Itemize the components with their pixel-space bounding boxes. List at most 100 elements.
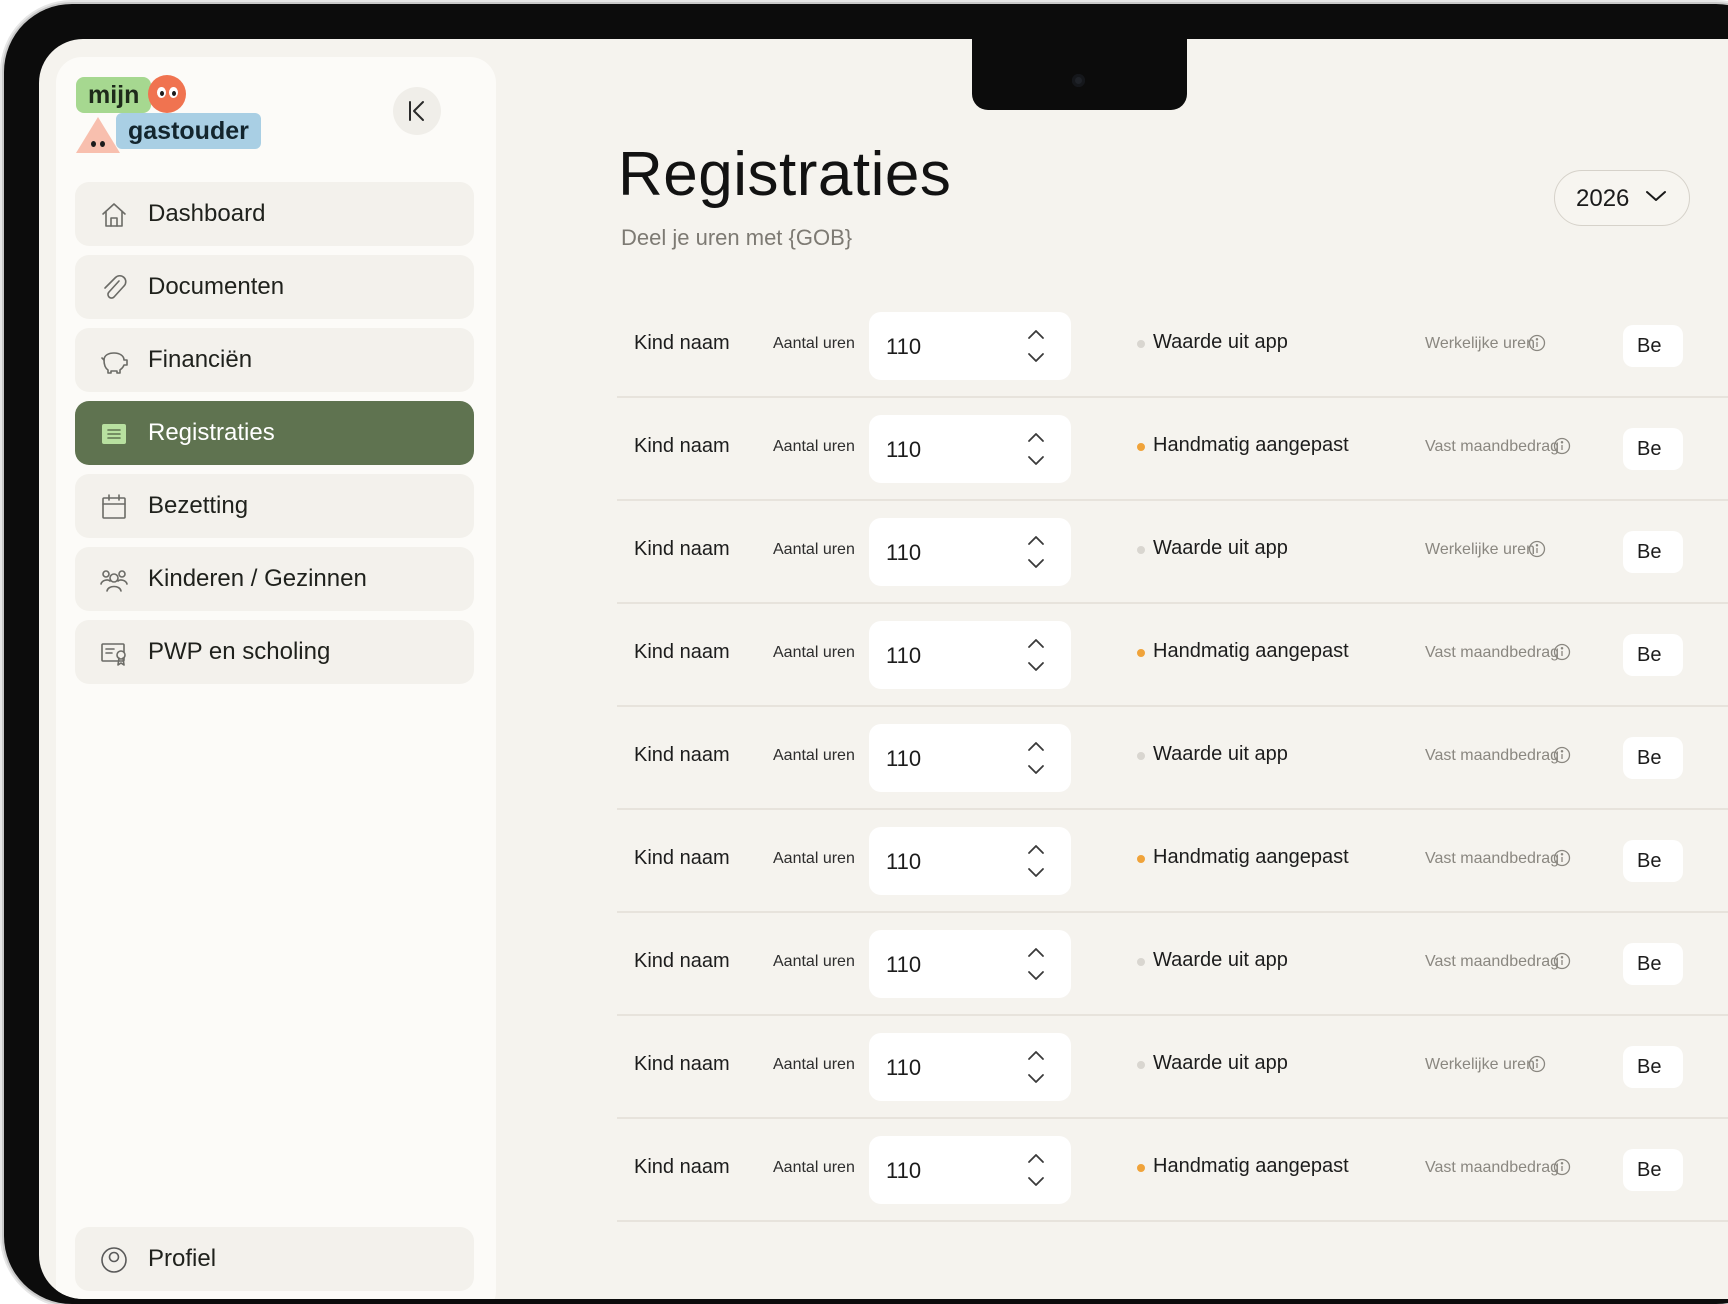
info-icon[interactable] bbox=[1553, 952, 1571, 970]
hours-stepper[interactable]: 110 bbox=[869, 724, 1071, 792]
status-text: Handmatig aangepast bbox=[1153, 640, 1349, 662]
sidebar-item-label: Registraties bbox=[148, 419, 275, 446]
logo-face-icon bbox=[148, 75, 186, 113]
hours-label: Aantal uren bbox=[773, 438, 855, 455]
status-dot bbox=[1137, 649, 1145, 657]
hours-value: 110 bbox=[886, 1158, 922, 1183]
table-row: Kind naam Aantal uren 110 Waarde uit app Vas… bbox=[617, 707, 1728, 810]
row-action-button[interactable]: Be bbox=[1623, 840, 1683, 882]
status-text: Waarde uit app bbox=[1153, 331, 1288, 353]
row-action-button[interactable]: Be bbox=[1623, 1046, 1683, 1088]
hours-stepper[interactable]: 110 bbox=[869, 518, 1071, 586]
stepper-arrows-icon[interactable] bbox=[1027, 740, 1045, 776]
hours-value: 110 bbox=[886, 952, 922, 977]
registrations-list: Kind naam Aantal uren 110 Waarde uit app Wer… bbox=[617, 295, 1728, 1222]
stepper-arrows-icon[interactable] bbox=[1027, 843, 1045, 879]
row-action-button[interactable]: Be bbox=[1623, 737, 1683, 779]
sidebar-item-label: Bezetting bbox=[148, 492, 249, 519]
status-text: Waarde uit app bbox=[1153, 743, 1288, 765]
table-row: Kind naam Aantal uren 110 Waarde uit app Wer… bbox=[617, 1016, 1728, 1119]
sidebar-item-financi-n[interactable]: Financiën bbox=[75, 328, 474, 392]
home-icon bbox=[102, 203, 126, 227]
stepper-arrows-icon[interactable] bbox=[1027, 637, 1045, 673]
child-name: Kind naam bbox=[634, 1156, 730, 1178]
sidebar-item-dashboard[interactable]: Dashboard bbox=[75, 182, 474, 246]
row-action-button[interactable]: Be bbox=[1623, 943, 1683, 985]
info-icon[interactable] bbox=[1553, 1158, 1571, 1176]
sidebar-item-profiel[interactable]: Profiel bbox=[75, 1227, 474, 1291]
table-row: Kind naam Aantal uren 110 Handmatig aangepa… bbox=[617, 810, 1728, 913]
sidebar-item-label: Financiën bbox=[148, 346, 253, 373]
sidebar-item-pwp-en-scholing[interactable]: PWP en scholing bbox=[75, 620, 474, 684]
table-row: Kind naam Aantal uren 110 Handmatig aangepa… bbox=[617, 398, 1728, 501]
hours-stepper[interactable]: 110 bbox=[869, 827, 1071, 895]
hours-stepper[interactable]: 110 bbox=[869, 1033, 1071, 1101]
status-dot bbox=[1137, 958, 1145, 966]
stepper-arrows-icon[interactable] bbox=[1027, 946, 1045, 982]
hours-label: Aantal uren bbox=[773, 1159, 855, 1176]
hours-label: Aantal uren bbox=[773, 1056, 855, 1073]
sidebar-item-registraties[interactable]: Registraties bbox=[75, 401, 474, 465]
paperclip-icon bbox=[104, 275, 127, 299]
stepper-arrows-icon[interactable] bbox=[1027, 1152, 1045, 1188]
table-row: Kind naam Aantal uren 110 Waarde uit app Wer… bbox=[617, 501, 1728, 604]
info-icon[interactable] bbox=[1553, 643, 1571, 661]
billing-type: Werkelijke uren bbox=[1425, 541, 1535, 558]
hours-stepper[interactable]: 110 bbox=[869, 1136, 1071, 1204]
billing-type: Vast maandbedrag bbox=[1425, 953, 1560, 970]
child-name: Kind naam bbox=[634, 641, 730, 663]
logo-text-mijn: mijn bbox=[76, 77, 152, 113]
row-action-button[interactable]: Be bbox=[1623, 325, 1683, 367]
hours-label: Aantal uren bbox=[773, 541, 855, 558]
status-text: Handmatig aangepast bbox=[1153, 434, 1349, 456]
info-icon[interactable] bbox=[1553, 746, 1571, 764]
row-action-button[interactable]: Be bbox=[1623, 1149, 1683, 1191]
status-dot bbox=[1137, 1061, 1145, 1069]
child-name: Kind naam bbox=[634, 744, 730, 766]
billing-type: Werkelijke uren bbox=[1425, 1056, 1535, 1073]
list-icon bbox=[102, 424, 126, 444]
hours-value: 110 bbox=[886, 334, 922, 359]
page-title: Registraties bbox=[618, 140, 952, 209]
sidebar-item-bezetting[interactable]: Bezetting bbox=[75, 474, 474, 538]
info-icon[interactable] bbox=[1528, 1055, 1546, 1073]
billing-type: Vast maandbedrag bbox=[1425, 747, 1560, 764]
hours-stepper[interactable]: 110 bbox=[869, 312, 1071, 380]
stepper-arrows-icon[interactable] bbox=[1027, 1049, 1045, 1085]
row-action-button[interactable]: Be bbox=[1623, 428, 1683, 470]
status-dot bbox=[1137, 340, 1145, 348]
hours-stepper[interactable]: 110 bbox=[869, 621, 1071, 689]
sidebar-item-documenten[interactable]: Documenten bbox=[75, 255, 474, 319]
info-icon[interactable] bbox=[1528, 334, 1546, 352]
info-icon[interactable] bbox=[1553, 437, 1571, 455]
hours-value: 110 bbox=[886, 540, 922, 565]
collapse-left-icon bbox=[409, 101, 424, 121]
stepper-arrows-icon[interactable] bbox=[1027, 534, 1045, 570]
billing-type: Vast maandbedrag bbox=[1425, 438, 1560, 455]
hours-label: Aantal uren bbox=[773, 335, 855, 352]
hours-stepper[interactable]: 110 bbox=[869, 415, 1071, 483]
sidebar-nav: Dashboard Documenten Financiën Registraties… bbox=[75, 182, 474, 693]
status-text: Handmatig aangepast bbox=[1153, 846, 1349, 868]
stepper-arrows-icon[interactable] bbox=[1027, 328, 1045, 364]
stepper-arrows-icon[interactable] bbox=[1027, 431, 1045, 467]
camera-icon bbox=[1072, 74, 1085, 87]
status-text: Waarde uit app bbox=[1153, 949, 1288, 971]
row-action-button[interactable]: Be bbox=[1623, 531, 1683, 573]
profile-icon bbox=[101, 1247, 127, 1273]
sidebar-item-kinderen-gezinnen[interactable]: Kinderen / Gezinnen bbox=[75, 547, 474, 611]
row-action-button[interactable]: Be bbox=[1623, 634, 1683, 676]
child-name: Kind naam bbox=[634, 538, 730, 560]
billing-type: Werkelijke uren bbox=[1425, 335, 1535, 352]
camera-notch bbox=[972, 39, 1187, 110]
child-name: Kind naam bbox=[634, 847, 730, 869]
status-dot bbox=[1137, 546, 1145, 554]
info-icon[interactable] bbox=[1553, 849, 1571, 867]
collapse-sidebar-button[interactable] bbox=[393, 87, 441, 135]
piggy-bank-icon bbox=[101, 352, 128, 374]
year-select[interactable]: 2026 bbox=[1554, 170, 1690, 226]
brand-logo[interactable]: mijn gastouder bbox=[76, 75, 276, 153]
hours-stepper[interactable]: 110 bbox=[869, 930, 1071, 998]
info-icon[interactable] bbox=[1528, 540, 1546, 558]
screen: mijn gastouder Dashboard Documenten Financ… bbox=[39, 39, 1728, 1299]
